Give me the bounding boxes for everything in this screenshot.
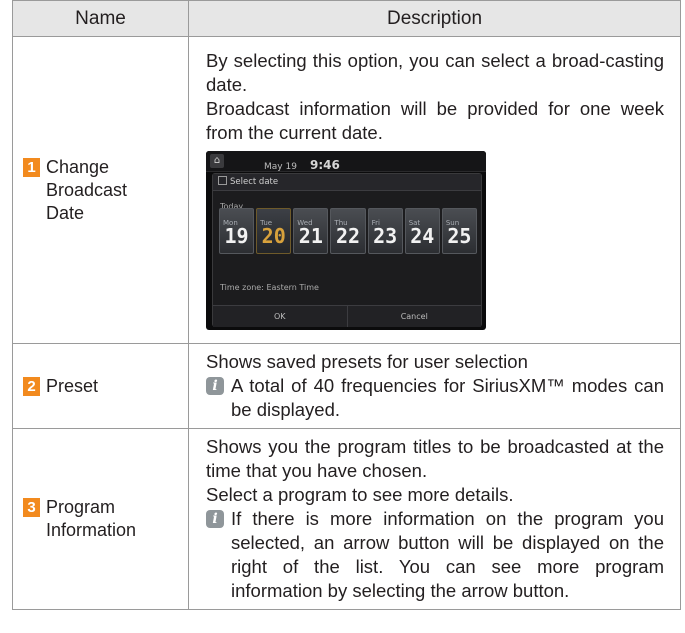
home-icon: ⌂: [210, 153, 224, 168]
day-date: 23: [373, 223, 398, 248]
info-icon: i: [206, 377, 224, 395]
description-paragraph: Shows you the program titles to be broad…: [206, 436, 664, 481]
row-name: Program Information: [46, 496, 136, 542]
row-description-cell: Shows you the program titles to be broad…: [188, 428, 681, 610]
header-name: Name: [12, 0, 189, 37]
row-name-line: Change: [46, 156, 110, 177]
day-button[interactable]: Thu 22: [330, 207, 366, 254]
row-name: Change Broadcast Date: [46, 156, 127, 225]
number-badge: 2: [23, 376, 40, 396]
day-button[interactable]: Fri 23: [367, 207, 403, 254]
table-header-row: Name Description: [12, 0, 681, 37]
day-date: 20: [261, 223, 286, 248]
day-button[interactable]: Wed 21: [293, 207, 329, 254]
status-bar: ⌂ May 19 9:46: [206, 150, 486, 172]
day-button[interactable]: Mon 19: [219, 207, 255, 254]
info-note: i A total of 40 frequencies for SiriusXM…: [206, 374, 664, 422]
day-picker: Mon 19 Tue 20 Wed 21 Thu 22 Fri 23 Sat 24 Sun 2…: [219, 207, 477, 254]
row-name-cell: 3 Program Information: [12, 428, 189, 610]
description-paragraph: By selecting this option, you can select…: [206, 49, 664, 95]
row-description-cell: Shows saved presets for user selection i…: [188, 343, 681, 429]
number-badge: 1: [23, 157, 40, 177]
description-paragraph: Broadcast information will be provided f…: [206, 97, 664, 143]
day-date: 21: [298, 223, 323, 248]
row-name-line: Preset: [46, 375, 99, 396]
day-button[interactable]: Sat 24: [404, 207, 440, 254]
day-date: 19: [224, 223, 249, 248]
row-name-cell: 1 Change Broadcast Date: [12, 36, 189, 344]
feature-table: Name Description 1 Change Broadcast Date…: [12, 0, 681, 610]
info-note-text: A total of 40 frequencies for SiriusXM™ …: [231, 375, 664, 420]
dialog-buttons: OK Cancel: [213, 304, 481, 327]
calendar-icon: [218, 175, 227, 185]
row-name-line: Information: [46, 520, 137, 540]
row-description-cell: By selecting this option, you can select…: [188, 36, 681, 344]
row-name-line: Broadcast: [46, 179, 128, 200]
info-note-text: If there is more information on the prog…: [231, 508, 664, 601]
description-paragraph: Select a program to see more details.: [206, 484, 514, 505]
row-name-line: Program: [46, 497, 116, 517]
cancel-button[interactable]: Cancel: [346, 305, 481, 327]
table-row: 3 Program Information Shows you the prog…: [12, 428, 681, 610]
info-note: i If there is more information on the pr…: [206, 507, 664, 603]
day-button-selected[interactable]: Tue 20: [256, 207, 292, 254]
time-zone-label: Time zone: Eastern Time: [220, 282, 319, 292]
select-date-screenshot: ⌂ May 19 9:46 Select date Today Mon 19 Tu…: [206, 150, 486, 330]
day-date: 24: [410, 223, 435, 248]
day-button[interactable]: Sun 25: [441, 207, 477, 254]
description-paragraph: Shows saved presets for user selection: [206, 351, 528, 372]
table-row: 2 Preset Shows saved presets for user se…: [12, 343, 681, 429]
row-name-cell: 2 Preset: [12, 343, 189, 429]
select-date-dialog: Select date Today Mon 19 Tue 20 Wed 21 Thu 2…: [212, 172, 482, 327]
table-row: 1 Change Broadcast Date By selecting thi…: [12, 36, 681, 344]
day-date: 25: [447, 223, 472, 248]
row-name-line: Date: [46, 202, 85, 223]
day-date: 22: [335, 223, 361, 248]
dialog-title: Select date: [230, 176, 279, 187]
info-icon: i: [206, 510, 224, 528]
ok-button[interactable]: OK: [213, 305, 347, 327]
number-badge: 3: [23, 498, 40, 517]
header-description: Description: [188, 0, 681, 37]
dialog-title-bar: Select date: [213, 173, 481, 191]
